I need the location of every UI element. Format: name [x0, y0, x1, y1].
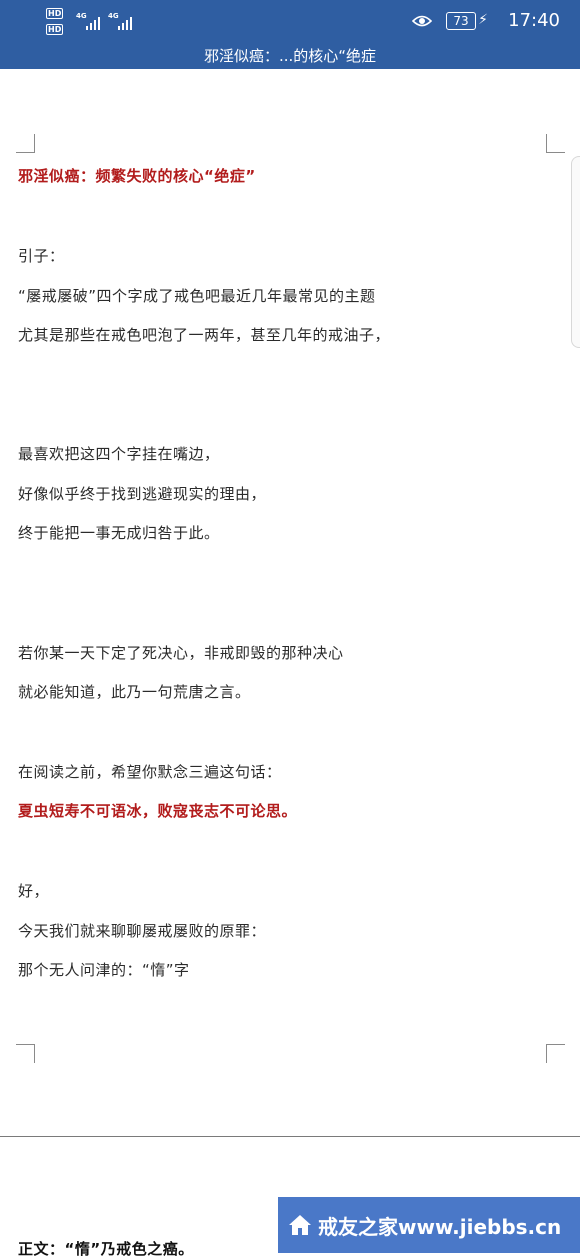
clock: 17:40	[508, 10, 560, 31]
site-watermark: 戒友之家www.jiebbs.cn	[278, 1197, 580, 1253]
doc-paragraph: “屡戒屡破”四个字成了戒色吧最近几年最常见的主题	[18, 287, 376, 305]
doc-paragraph: 就必能知道，此乃一句荒唐之言。	[18, 683, 251, 701]
doc-paragraph: 好像似乎终于找到逃避现实的理由，	[18, 485, 267, 503]
doc-paragraph: 引子：	[18, 247, 65, 265]
page-corner-mark	[546, 1044, 565, 1063]
page-corner-mark	[546, 134, 565, 153]
doc-quote: 夏虫短寿不可语冰，败寇丧志不可论思。	[18, 802, 298, 820]
doc-heading: 邪淫似癌：频繁失败的核心“绝症”	[18, 167, 256, 185]
sim2-hd-badge: HD	[46, 24, 64, 35]
eye-comfort-icon	[412, 15, 432, 27]
doc-paragraph: 今天我们就来聊聊屡戒屡败的原罪：	[18, 922, 267, 940]
status-bar: HD HD 4G 4G 73 ⚡ 17:40	[0, 0, 580, 44]
doc-paragraph: 在阅读之前，希望你默念三遍这句话：	[18, 763, 282, 781]
doc-paragraph: 尤其是那些在戒色吧泡了一两年，甚至几年的戒油子，	[18, 326, 391, 344]
network2-label: 4G	[108, 12, 119, 20]
network1-label: 4G	[76, 12, 87, 20]
doc-body-heading: 正文：“惰”乃戒色之癌。	[18, 1240, 194, 1258]
doc-paragraph: 若你某一天下定了死决心，非戒即毁的那种决心	[18, 644, 344, 662]
doc-paragraph: 那个无人问津的：“惰”字	[18, 961, 190, 979]
sim1-hd-badge: HD	[46, 8, 64, 19]
doc-paragraph: 好，	[18, 882, 50, 900]
battery-icon: 73	[446, 12, 476, 30]
page-corner-mark	[16, 134, 35, 153]
page-corner-mark	[16, 1044, 35, 1063]
house-icon	[289, 1215, 311, 1235]
scroll-handle[interactable]	[571, 156, 580, 348]
watermark-text: 戒友之家www.jiebbs.cn	[318, 1215, 562, 1239]
page-separator	[0, 1136, 580, 1137]
document-title-bar[interactable]: 邪淫似癌：...的核心“绝症	[0, 44, 580, 69]
doc-paragraph: 最喜欢把这四个字挂在嘴边，	[18, 445, 220, 463]
doc-paragraph: 终于能把一事无成归咎于此。	[18, 524, 220, 542]
charging-icon: ⚡	[478, 12, 488, 28]
